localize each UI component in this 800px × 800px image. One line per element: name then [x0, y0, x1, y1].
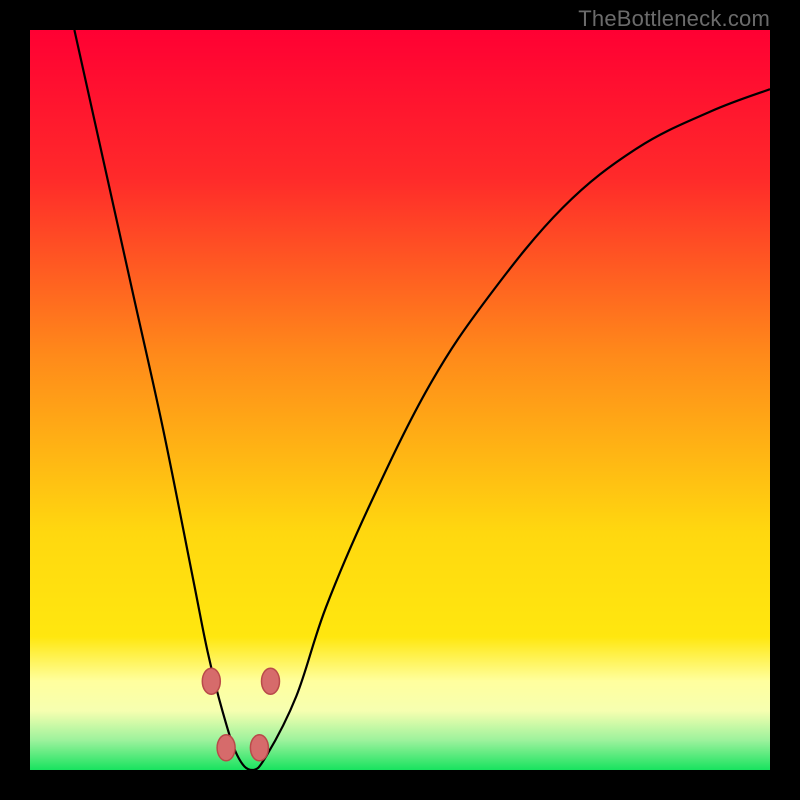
curve-marker — [262, 668, 280, 694]
chart-plot-area — [30, 30, 770, 770]
curve-marker — [250, 735, 268, 761]
bottleneck-curve — [30, 30, 770, 770]
curve-path — [74, 30, 770, 770]
watermark-text: TheBottleneck.com — [578, 6, 770, 32]
curve-marker — [217, 735, 235, 761]
curve-marker — [202, 668, 220, 694]
curve-markers — [202, 668, 279, 761]
